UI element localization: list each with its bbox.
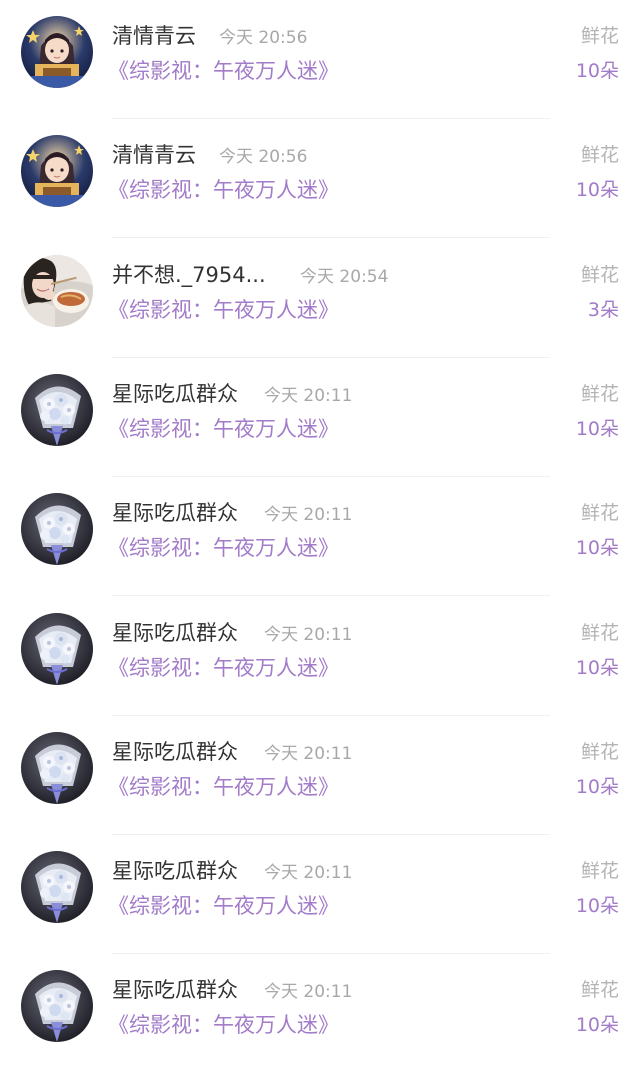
user-name[interactable]: 星际吃瓜群众 bbox=[112, 499, 238, 527]
book-title-link[interactable]: 《综影视：午夜万人迷》 bbox=[108, 533, 339, 563]
gift-count: 3朵 bbox=[587, 298, 619, 321]
gift-time: 今天 20:56 bbox=[219, 147, 308, 168]
gift-count: 10朵 bbox=[575, 417, 619, 440]
gift-type-label: 鲜花 bbox=[580, 144, 619, 167]
gift-record-row-3[interactable]: 并不想._7954... 今天 20:54 《综影视：午夜万人迷》 鲜花 3朵 bbox=[0, 239, 640, 358]
gift-time: 今天 20:11 bbox=[264, 505, 353, 526]
book-title-link[interactable]: 《综影视：午夜万人迷》 bbox=[108, 175, 339, 205]
gift-time: 今天 20:11 bbox=[264, 982, 353, 1003]
gift-record-row-1[interactable]: 清情青云 今天 20:56 《综影视：午夜万人迷》 鲜花 10朵 bbox=[0, 0, 640, 119]
gift-record-row-4[interactable]: 星际吃瓜群众 今天 20:11 《综影视：午夜万人迷》 鲜花 10朵 bbox=[0, 358, 640, 477]
gift-time: 今天 20:11 bbox=[264, 863, 353, 884]
gift-count: 10朵 bbox=[575, 1014, 619, 1037]
gift-record-list: 清情青云 今天 20:56 《综影视：午夜万人迷》 鲜花 10朵 清情青云 今天… bbox=[0, 0, 640, 1045]
flower-bouquet-avatar[interactable] bbox=[21, 731, 93, 804]
gift-count: 10朵 bbox=[575, 656, 619, 679]
flower-bouquet-avatar[interactable] bbox=[21, 373, 93, 446]
gift-record-row-2[interactable]: 清情青云 今天 20:56 《综影视：午夜万人迷》 鲜花 10朵 bbox=[0, 119, 640, 239]
gift-count: 10朵 bbox=[575, 537, 619, 560]
anime-girl-avatar[interactable] bbox=[21, 16, 93, 88]
gift-record-row-8[interactable]: 星际吃瓜群众 今天 20:11 《综影视：午夜万人迷》 鲜花 10朵 bbox=[0, 835, 640, 955]
book-title-link[interactable]: 《综影视：午夜万人迷》 bbox=[108, 772, 339, 802]
anime-girl-avatar[interactable] bbox=[21, 135, 93, 208]
gift-count: 10朵 bbox=[575, 775, 619, 798]
user-name[interactable]: 星际吃瓜群众 bbox=[112, 380, 238, 408]
book-title-link[interactable]: 《综影视：午夜万人迷》 bbox=[108, 414, 339, 444]
user-name[interactable]: 清情青云 bbox=[112, 22, 196, 50]
user-name[interactable]: 星际吃瓜群众 bbox=[112, 738, 238, 766]
flower-bouquet-avatar[interactable] bbox=[21, 612, 93, 685]
gift-type-label: 鲜花 bbox=[580, 740, 619, 763]
book-title-link[interactable]: 《综影视：午夜万人迷》 bbox=[108, 56, 339, 86]
gift-record-row-6[interactable]: 星际吃瓜群众 今天 20:11 《综影视：午夜万人迷》 鲜花 10朵 bbox=[0, 597, 640, 716]
gift-count: 10朵 bbox=[575, 179, 619, 202]
gift-type-label: 鲜花 bbox=[580, 979, 619, 1002]
gift-time: 今天 20:54 bbox=[300, 266, 389, 287]
book-title-link[interactable]: 《综影视：午夜万人迷》 bbox=[108, 891, 339, 921]
user-name[interactable]: 星际吃瓜群众 bbox=[112, 976, 238, 1004]
user-name[interactable]: 并不想._7954... bbox=[112, 261, 266, 289]
gift-time: 今天 20:11 bbox=[264, 743, 353, 764]
gift-record-row-9[interactable]: 星际吃瓜群众 今天 20:11 《综影视：午夜万人迷》 鲜花 10朵 bbox=[0, 954, 640, 1073]
user-name[interactable]: 星际吃瓜群众 bbox=[112, 857, 238, 885]
gift-count: 10朵 bbox=[575, 895, 619, 918]
book-title-link[interactable]: 《综影视：午夜万人迷》 bbox=[108, 653, 339, 683]
eating-girl-photo-avatar[interactable] bbox=[21, 254, 93, 327]
user-name[interactable]: 清情青云 bbox=[112, 141, 196, 169]
gift-count: 10朵 bbox=[575, 60, 619, 82]
gift-type-label: 鲜花 bbox=[580, 263, 619, 286]
gift-type-label: 鲜花 bbox=[580, 860, 619, 883]
gift-type-label: 鲜花 bbox=[580, 621, 619, 644]
gift-time: 今天 20:11 bbox=[264, 624, 353, 645]
flower-bouquet-avatar[interactable] bbox=[21, 851, 93, 924]
book-title-link[interactable]: 《综影视：午夜万人迷》 bbox=[108, 1010, 339, 1040]
gift-time: 今天 20:11 bbox=[264, 385, 353, 406]
user-name[interactable]: 星际吃瓜群众 bbox=[112, 619, 238, 647]
book-title-link[interactable]: 《综影视：午夜万人迷》 bbox=[108, 295, 339, 325]
gift-record-row-5[interactable]: 星际吃瓜群众 今天 20:11 《综影视：午夜万人迷》 鲜花 10朵 bbox=[0, 477, 640, 597]
flower-bouquet-avatar[interactable] bbox=[21, 493, 93, 566]
flower-bouquet-avatar[interactable] bbox=[21, 970, 93, 1043]
gift-record-row-7[interactable]: 星际吃瓜群众 今天 20:11 《综影视：午夜万人迷》 鲜花 10朵 bbox=[0, 716, 640, 835]
gift-type-label: 鲜花 bbox=[580, 382, 619, 405]
gift-type-label: 鲜花 bbox=[580, 25, 619, 47]
gift-type-label: 鲜花 bbox=[580, 502, 619, 525]
gift-time: 今天 20:56 bbox=[219, 28, 308, 48]
